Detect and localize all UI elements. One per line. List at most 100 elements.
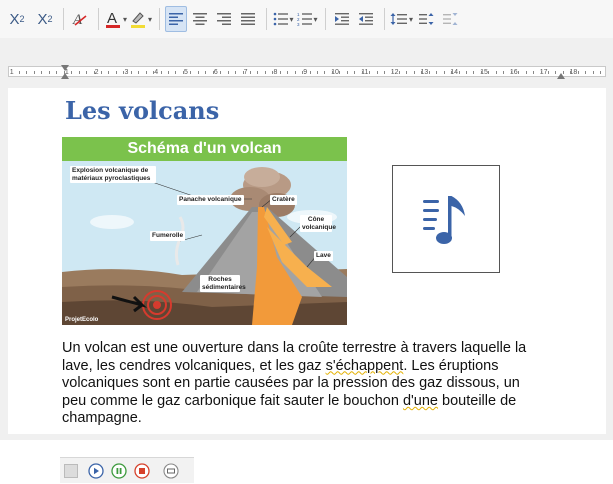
ruler-tick <box>451 71 453 74</box>
ruler-tick <box>197 71 199 74</box>
ruler-tick <box>443 71 445 74</box>
ruler-tick <box>145 71 147 74</box>
ruler-tick <box>436 71 438 74</box>
horizontal-ruler[interactable]: 1 1 2 3 4 5 6 7 8 9 10 11 12 13 14 15 16 17 18 <box>8 65 606 79</box>
document-title[interactable]: Les volcans <box>65 96 219 125</box>
ruler-tick <box>71 71 73 74</box>
options-button[interactable] <box>163 462 179 479</box>
subscript-mark: 2 <box>47 14 53 24</box>
ruler-tick <box>339 71 341 74</box>
ruler-tick <box>56 71 58 74</box>
chevron-down-icon[interactable]: ▾ <box>290 15 294 24</box>
align-left-button[interactable] <box>165 6 188 32</box>
superscript-letter: X <box>9 10 20 28</box>
toolbar-separator <box>98 8 99 30</box>
toolbar-separator <box>266 8 268 30</box>
line-spacing-button[interactable]: ▾ <box>390 6 413 32</box>
ruler-tick <box>41 71 43 74</box>
decrease-paragraph-spacing-button[interactable] <box>439 6 461 32</box>
ruler-tick <box>294 71 296 74</box>
ruler-tick <box>488 71 490 74</box>
align-right-icon <box>217 13 232 25</box>
ruler-tick <box>279 71 281 74</box>
paragraph-line: peu comme le gaz carbonique fait sauter … <box>62 393 562 411</box>
font-color-button[interactable]: A ▾ <box>104 6 127 32</box>
ruler-tick <box>227 71 229 74</box>
body-paragraph[interactable]: Un volcan est une ouverture dans la croû… <box>62 340 562 428</box>
ruler-tick <box>376 71 378 74</box>
ruler-tick <box>19 71 20 74</box>
paragraph-line: champagne. <box>62 410 142 427</box>
diagram-banner: Schéma d'un volcan <box>62 137 347 161</box>
ruler-tick <box>398 71 400 74</box>
ruler-number: 6 <box>213 69 218 76</box>
justify-icon <box>241 13 256 25</box>
ruler-tick <box>458 71 460 74</box>
ruler-tick <box>130 71 132 74</box>
ruler-tick <box>585 71 587 74</box>
ruler-number: 7 <box>243 69 248 76</box>
toolbar-separator <box>384 8 386 30</box>
bullet-list-button[interactable]: ▾ <box>272 6 294 32</box>
ruler-number: 8 <box>273 69 278 76</box>
ruler-tick <box>570 71 572 74</box>
ruler-tick <box>205 71 207 74</box>
clear-formatting-button[interactable]: A <box>69 6 91 32</box>
ruler-tick <box>108 71 110 74</box>
label-roches: Roches sédimentaires <box>200 275 246 292</box>
chevron-down-icon[interactable]: ▾ <box>148 15 152 24</box>
ruler-number: 5 <box>184 69 188 76</box>
align-center-button[interactable] <box>189 6 211 32</box>
increase-paragraph-spacing-button[interactable] <box>415 6 437 32</box>
ruler-tick <box>406 71 408 74</box>
chevron-down-icon[interactable]: ▾ <box>123 15 127 24</box>
paragraph-line: volcaniques sont en partie causées par l… <box>62 375 520 392</box>
ruler-background <box>0 38 613 88</box>
ruler-tick <box>100 71 102 74</box>
diagram-brand: ProjetEcolo <box>65 317 99 323</box>
ruler-number: 1 <box>9 69 14 76</box>
toolbar-separator <box>325 8 327 30</box>
font-color-icon: A <box>106 10 120 28</box>
ruler-tick <box>272 71 274 74</box>
ruler-tick <box>302 71 304 74</box>
chevron-down-icon[interactable]: ▾ <box>314 15 318 24</box>
chevron-down-icon[interactable]: ▾ <box>409 15 413 24</box>
ruler-tick <box>175 71 177 74</box>
stop-button[interactable] <box>134 462 150 479</box>
justify-button[interactable] <box>237 6 259 32</box>
ruler-tick <box>369 71 371 74</box>
media-placeholder-icon[interactable] <box>64 463 78 478</box>
decrease-indent-button[interactable] <box>355 6 377 32</box>
clear-formatting-icon: A <box>72 12 87 28</box>
subscript-button[interactable]: X2 <box>34 6 56 32</box>
ruler-tick <box>562 71 564 74</box>
audio-object[interactable] <box>392 165 500 273</box>
paragraph-line: lave, les cendres volcaniques, et les ga… <box>62 358 562 376</box>
ruler-tick <box>123 71 125 74</box>
ruler-tick <box>93 71 95 74</box>
ruler-tick <box>317 71 318 74</box>
spellcheck-flagged-word[interactable]: d'une <box>403 393 438 409</box>
ruler-tick <box>160 71 162 74</box>
toolbar-separator <box>63 8 64 30</box>
play-button[interactable] <box>88 462 104 479</box>
highlight-color-button[interactable]: ▾ <box>129 6 152 32</box>
increase-indent-button[interactable] <box>331 6 353 32</box>
pause-button[interactable] <box>111 462 127 479</box>
ruler-tick <box>600 71 602 74</box>
toolbar-separator <box>159 8 161 30</box>
ruler-tick <box>190 71 192 74</box>
spellcheck-flagged-word[interactable]: s'échappent <box>326 358 404 374</box>
superscript-button[interactable]: X2 <box>6 6 28 32</box>
align-right-button[interactable] <box>213 6 235 32</box>
options-icon <box>163 462 179 479</box>
ruler-tick <box>242 71 244 74</box>
ruler-tick <box>525 71 527 74</box>
ruler-tick <box>413 71 415 74</box>
numbered-list-button[interactable]: 123 ▾ <box>296 6 318 32</box>
decrease-indent-icon <box>359 13 374 25</box>
ruler-tick <box>78 71 80 74</box>
volcano-diagram-image[interactable]: Schéma d'un volcan Explosion volcanique … <box>62 137 347 325</box>
music-note-list-icon <box>423 196 465 244</box>
